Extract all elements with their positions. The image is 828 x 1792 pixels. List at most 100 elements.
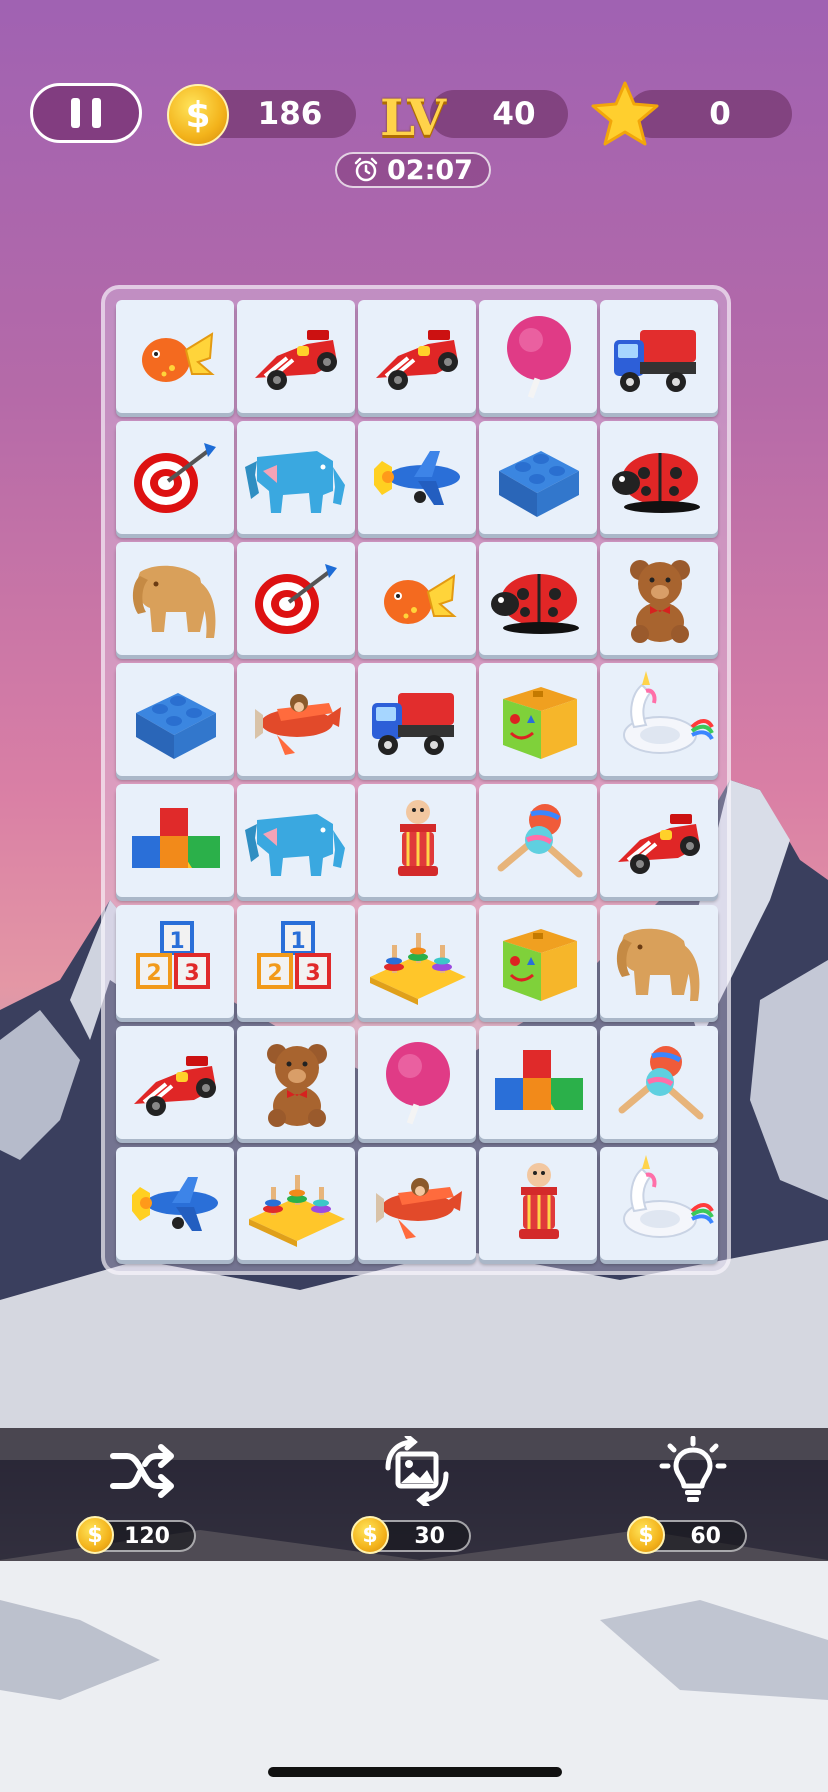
shuffle-icon	[110, 1444, 174, 1498]
coin-icon: $	[627, 1516, 665, 1554]
fish-toy-icon	[384, 574, 457, 624]
level-display: 40	[430, 90, 568, 138]
dump-truck-icon	[372, 693, 454, 755]
tile-shape-sorter[interactable]	[479, 663, 597, 776]
teddy-bear-icon	[630, 560, 690, 643]
elephant-wood-icon	[616, 928, 700, 1001]
tile-teddy-bear[interactable]	[237, 1026, 355, 1139]
tile-lego-brick[interactable]	[116, 663, 234, 776]
level-number: 40	[492, 96, 536, 132]
airplane-blue-icon	[132, 1177, 218, 1231]
rattle-toy-icon	[398, 800, 438, 876]
tile-race-car[interactable]	[358, 300, 476, 413]
timer: 02:07	[335, 152, 491, 188]
tile-unicorn-float[interactable]	[600, 1147, 718, 1260]
shape-sorter-icon	[503, 929, 577, 1001]
tile-stacker[interactable]	[358, 905, 476, 1018]
tile-fish-toy[interactable]	[358, 542, 476, 655]
coin-icon: $	[167, 84, 229, 146]
tile-teddy-bear[interactable]	[600, 542, 718, 655]
blocks-icon	[495, 1050, 583, 1110]
tile-dartboard[interactable]	[237, 542, 355, 655]
tile-ladybug[interactable]	[600, 421, 718, 534]
tile-elephant-wood[interactable]	[600, 905, 718, 1018]
tile-elephant-wood[interactable]	[116, 542, 234, 655]
stacker-icon	[249, 1175, 345, 1247]
ladybug-icon	[491, 574, 579, 634]
race-car-icon	[255, 330, 337, 390]
elephant-wood-icon	[132, 565, 216, 638]
coin-icon: $	[351, 1516, 389, 1554]
rattle-toy-icon	[519, 1163, 559, 1239]
tile-airplane-red[interactable]	[358, 1147, 476, 1260]
tile-stacker[interactable]	[237, 1147, 355, 1260]
svg-text:3: 3	[184, 961, 199, 986]
tile-maracas[interactable]	[479, 784, 597, 897]
lightbulb-icon	[659, 1436, 727, 1502]
tile-lollipop[interactable]	[479, 300, 597, 413]
tile-race-car[interactable]	[116, 1026, 234, 1139]
abc-blocks-icon: 12 3	[257, 921, 331, 989]
tile-race-car[interactable]	[600, 784, 718, 897]
tile-rattle-toy[interactable]	[479, 1147, 597, 1260]
shape-sorter-icon	[503, 687, 577, 759]
svg-text:1: 1	[290, 929, 305, 954]
alarm-clock-icon	[354, 157, 378, 182]
tile-shape-sorter[interactable]	[479, 905, 597, 1018]
svg-text:3: 3	[305, 961, 320, 986]
timer-value: 02:07	[387, 154, 473, 186]
dartboard-icon	[255, 564, 337, 634]
hint-button[interactable]: 60 $	[623, 1428, 763, 1561]
image-swap-button[interactable]: 30 $	[347, 1428, 487, 1561]
tile-airplane-blue[interactable]	[358, 421, 476, 534]
airplane-red-icon	[376, 1178, 462, 1239]
tile-rattle-toy[interactable]	[358, 784, 476, 897]
home-indicator	[268, 1767, 562, 1777]
tile-elephant-blue[interactable]	[237, 421, 355, 534]
tile-dartboard[interactable]	[116, 421, 234, 534]
unicorn-float-icon	[623, 1155, 714, 1238]
race-car-icon	[376, 330, 458, 390]
tile-lollipop[interactable]	[358, 1026, 476, 1139]
tile-maracas[interactable]	[600, 1026, 718, 1139]
airplane-blue-icon	[374, 451, 460, 505]
tile-lego-brick[interactable]	[479, 421, 597, 534]
unicorn-float-icon	[623, 671, 714, 754]
pause-icon-bar-left	[71, 98, 80, 128]
image-swap-icon	[385, 1436, 449, 1506]
tile-blocks[interactable]	[479, 1026, 597, 1139]
tile-dump-truck[interactable]	[600, 300, 718, 413]
teddy-bear-icon	[267, 1044, 327, 1127]
dartboard-icon	[134, 443, 216, 513]
lollipop-icon	[386, 1042, 450, 1125]
star-icon	[591, 81, 659, 146]
pause-icon-bar-right	[92, 98, 101, 128]
tile-airplane-blue[interactable]	[116, 1147, 234, 1260]
svg-text:1: 1	[169, 929, 184, 954]
coin-icon: $	[76, 1516, 114, 1554]
pause-button[interactable]	[30, 83, 142, 143]
elephant-blue-icon	[245, 451, 345, 513]
tile-dump-truck[interactable]	[358, 663, 476, 776]
maracas-icon	[618, 1046, 704, 1120]
airplane-red-icon	[255, 694, 341, 755]
tile-abc-blocks[interactable]: 123	[237, 905, 355, 1018]
ladybug-icon	[612, 453, 700, 513]
blocks-icon	[132, 808, 220, 868]
tile-unicorn-float[interactable]	[600, 663, 718, 776]
tile-ladybug[interactable]	[479, 542, 597, 655]
tile-blocks[interactable]	[116, 784, 234, 897]
svg-text:2: 2	[146, 961, 161, 986]
race-car-icon	[134, 1056, 216, 1116]
lego-brick-icon	[136, 693, 216, 759]
tile-race-car[interactable]	[237, 300, 355, 413]
tile-abc-blocks[interactable]: 123	[116, 905, 234, 1018]
tile-airplane-red[interactable]	[237, 663, 355, 776]
tile-fish-toy[interactable]	[116, 300, 234, 413]
lollipop-icon	[507, 316, 571, 399]
abc-blocks-icon: 12 3	[136, 921, 210, 989]
shuffle-button[interactable]: 120 $	[72, 1428, 212, 1561]
tile-elephant-blue[interactable]	[237, 784, 355, 897]
powerup-toolbar: 120 $ 30 $ 60 $	[0, 1428, 828, 1561]
maracas-icon	[497, 804, 583, 878]
